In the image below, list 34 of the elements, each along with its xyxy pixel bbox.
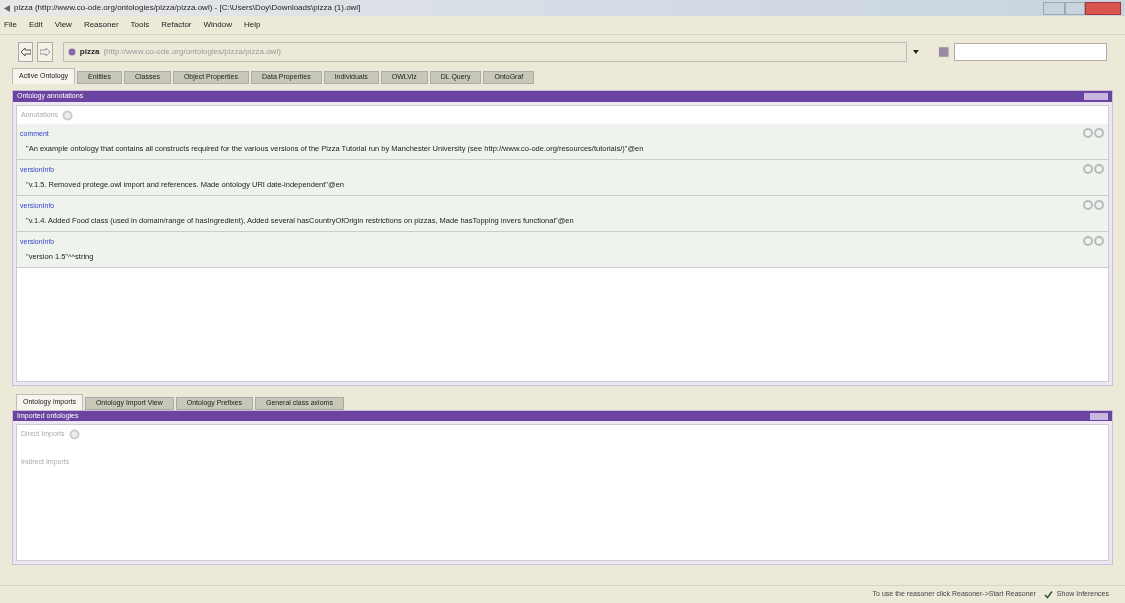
add-icon[interactable] — [68, 428, 80, 440]
menu-item[interactable]: Window — [203, 19, 232, 31]
delete-icon[interactable] — [1094, 128, 1104, 138]
close-button[interactable] — [1085, 1, 1121, 15]
panel-controls-icon[interactable] — [1090, 412, 1108, 420]
ontology-iri: (http://www.co-ode.org/ontologies/pizza/pizza.owl) — [103, 45, 281, 58]
menu-item[interactable]: Edit — [28, 19, 43, 31]
delete-icon[interactable] — [1094, 200, 1104, 210]
menu-item[interactable]: Reasoner — [83, 19, 119, 31]
maximize-button[interactable] — [1065, 1, 1085, 15]
annotate-icon[interactable] — [1083, 200, 1093, 210]
menu-item[interactable]: View — [54, 19, 72, 31]
app-icon — [4, 4, 10, 12]
annotate-icon[interactable] — [1083, 128, 1093, 138]
minimize-button[interactable] — [1043, 1, 1065, 15]
dropdown-arrow-icon[interactable] — [912, 49, 919, 54]
annotate-icon[interactable] — [1083, 164, 1093, 174]
menu-item[interactable]: Tools — [130, 19, 150, 31]
ontology-name: pizza — [79, 45, 100, 58]
delete-icon[interactable] — [1094, 164, 1104, 174]
window-title: pizza (http://www.co-ode.org/ontologies/pizza/pizza.owl) - [C:\Users\Doy\Downloads\pizza (1).owl] — [14, 2, 361, 14]
menu-item[interactable]: File — [4, 19, 17, 31]
add-icon[interactable] — [62, 109, 73, 121]
right-arrow-icon — [40, 47, 51, 56]
menu-item[interactable]: Refactor — [161, 19, 192, 31]
menu-item[interactable]: Help — [243, 19, 261, 31]
search-icon — [938, 45, 950, 58]
annotate-icon[interactable] — [1083, 236, 1093, 246]
ontology-address-field[interactable]: pizza (http://www.co-ode.org/ontologies/pizza/pizza.owl) — [62, 41, 907, 62]
left-arrow-icon — [20, 47, 31, 56]
ontology-icon — [67, 47, 76, 56]
search-field[interactable] — [953, 42, 1107, 61]
back-button[interactable] — [18, 41, 34, 62]
delete-icon[interactable] — [1094, 236, 1104, 246]
